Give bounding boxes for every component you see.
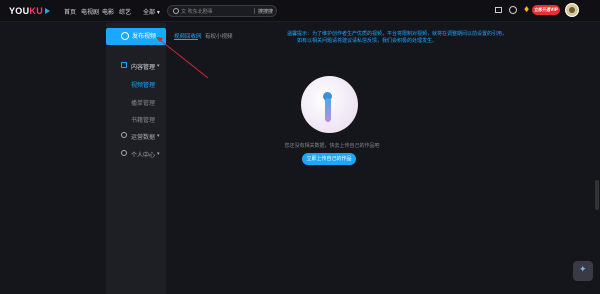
search-bar[interactable]: 文 吹东北剧事 搜搜搜 bbox=[167, 5, 277, 17]
search-divider bbox=[254, 8, 255, 14]
chevron-down-icon: ▾ bbox=[157, 133, 160, 139]
sidebar-item-video-manage[interactable]: 视频管理 bbox=[131, 80, 155, 89]
sidebar-item-content[interactable]: 内容管理 bbox=[131, 62, 155, 71]
publish-video-button[interactable]: 发布视频 bbox=[106, 28, 166, 45]
sidebar-item-playlist-manage[interactable]: 播单管理 bbox=[131, 98, 155, 107]
history-clock-icon[interactable] bbox=[509, 6, 517, 14]
upload-cloud-icon bbox=[121, 32, 129, 40]
content-icon bbox=[121, 62, 127, 68]
user-icon bbox=[121, 150, 127, 156]
vip-button[interactable]: 立即开通VIP bbox=[532, 5, 560, 15]
youku-logo[interactable]: YOUKU bbox=[9, 6, 51, 16]
top-bar: YOUKU 首页 电视剧 电影 综艺 全部 ▾ 文 吹东北剧事 搜搜搜 ♦ 立即… bbox=[0, 0, 600, 22]
notice-line-2: 如有以相关问题请将建议请私信反馈，我们会积极的处理发生。 bbox=[297, 38, 438, 44]
vip-diamond-icon[interactable]: ♦ bbox=[523, 6, 530, 14]
nav-home[interactable]: 首页 bbox=[64, 7, 76, 16]
search-button[interactable]: 搜搜搜 bbox=[258, 8, 273, 15]
nav-variety[interactable]: 综艺 bbox=[119, 7, 131, 16]
floating-help-button[interactable]: ✦ bbox=[573, 261, 593, 281]
active-tab-indicator bbox=[174, 39, 198, 40]
nav-movie[interactable]: 电影 bbox=[102, 7, 114, 16]
search-input[interactable]: 文 吹东北剧事 bbox=[181, 8, 213, 15]
avatar[interactable] bbox=[565, 3, 579, 17]
tab-short-video[interactable]: 有权小视频 bbox=[205, 32, 233, 40]
chevron-down-icon: ▾ bbox=[157, 63, 160, 69]
scrollbar[interactable] bbox=[595, 180, 599, 210]
monitor-icon[interactable] bbox=[495, 7, 502, 13]
search-icon bbox=[173, 8, 179, 14]
data-icon bbox=[121, 132, 127, 138]
empty-state-text: 您还没有相关数据，快去上传自己的作品吧 bbox=[284, 143, 380, 149]
sidebar-item-book-manage[interactable]: 书籍管理 bbox=[131, 115, 155, 124]
notice-line-1: 温馨提示：为了维护创作者生产优质的视频，平台将限制对视频，就将在调整期间以前设置… bbox=[287, 31, 508, 37]
sidebar-item-personal[interactable]: 个人中心 bbox=[131, 150, 155, 159]
sidebar-item-data[interactable]: 运营数据 bbox=[131, 132, 155, 141]
nav-tv[interactable]: 电视剧 bbox=[81, 7, 99, 16]
category-dropdown[interactable]: 全部 ▾ bbox=[143, 7, 160, 16]
upload-work-button[interactable]: 立即上传自己的作品 bbox=[302, 153, 356, 165]
empty-state-illustration bbox=[301, 76, 358, 133]
chevron-down-icon: ▾ bbox=[157, 151, 160, 157]
help-bird-icon: ✦ bbox=[579, 265, 587, 275]
